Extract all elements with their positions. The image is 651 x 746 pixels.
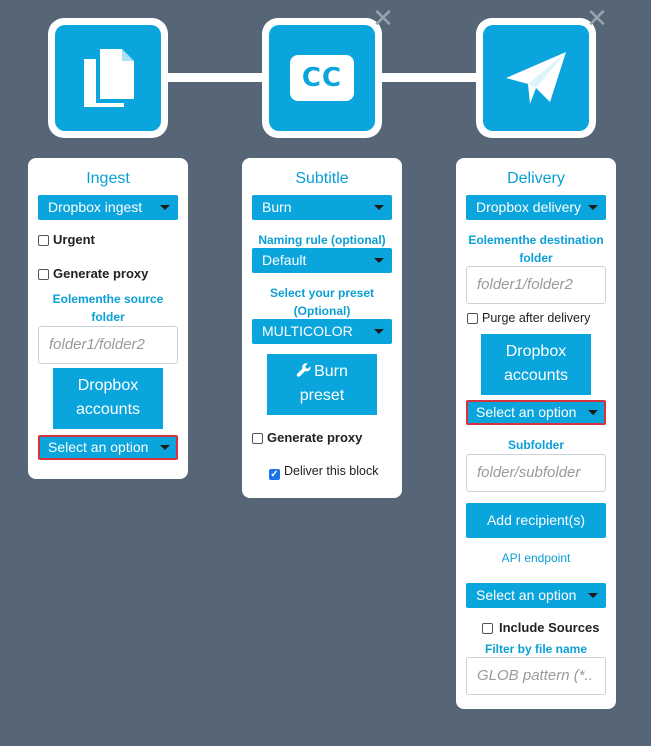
closed-caption-icon: CC — [290, 55, 354, 101]
ingest-folder-input[interactable]: folder1/folder2 — [38, 326, 178, 364]
urgent-checkbox-row[interactable]: Urgent — [38, 232, 95, 247]
caret-down-icon — [374, 329, 384, 334]
deliver-block-label: Deliver this block — [284, 464, 379, 478]
delivery-account-select-value: Select an option — [476, 404, 577, 420]
delivery-folder-input[interactable]: folder1/folder2 — [466, 266, 606, 304]
caret-down-icon — [588, 410, 598, 415]
burn-preset-button[interactable]: Burn preset — [267, 354, 377, 415]
delivery-close-icon[interactable]: ✕ — [586, 6, 608, 32]
connector-subtitle-delivery — [380, 73, 482, 82]
ingest-title: Ingest — [86, 170, 130, 187]
subtitle-node-tile: CC — [269, 25, 375, 131]
purge-label: Purge after delivery — [482, 311, 591, 325]
ingest-proxy-checkbox[interactable] — [38, 269, 49, 280]
filter-input[interactable]: GLOB pattern (*.. — [466, 657, 606, 695]
subtitle-proxy-label: Generate proxy — [267, 430, 363, 445]
delivery-node-tile — [483, 25, 589, 131]
subtitle-proxy-checkbox-row[interactable]: Generate proxy — [252, 430, 362, 445]
include-sources-checkbox[interactable] — [482, 623, 493, 634]
delivery-folder-label: Eolementhe destination folder — [468, 233, 604, 265]
connector-ingest-subtitle — [165, 73, 267, 82]
subfolder-label: Subfolder — [508, 438, 564, 452]
filter-label: Filter by file name — [484, 642, 588, 656]
ingest-card: Ingest Dropbox ingest Urgent Generate pr… — [28, 158, 188, 479]
caret-down-icon — [374, 205, 384, 210]
naming-rule-label: Naming rule (optional) — [258, 233, 386, 247]
deliver-block-checkbox[interactable]: ✓ — [269, 469, 280, 480]
urgent-label: Urgent — [53, 232, 95, 247]
subfolder-input[interactable]: folder/subfolder — [466, 454, 606, 492]
subtitle-proxy-checkbox[interactable] — [252, 433, 263, 444]
document-copy-icon — [84, 49, 134, 107]
ingest-dropbox-accounts-button[interactable]: Dropbox accounts — [53, 368, 163, 429]
ingest-node[interactable] — [48, 18, 168, 138]
delivery-account-select[interactable]: Select an option — [466, 400, 606, 425]
api-endpoint-select-value: Select an option — [476, 587, 577, 603]
caret-down-icon — [160, 445, 170, 450]
delivery-dest-select[interactable]: Dropbox delivery — [466, 195, 606, 220]
subtitle-type-select[interactable]: Burn — [252, 195, 392, 220]
subtitle-type-select-value: Burn — [262, 199, 292, 215]
delivery-dropbox-accounts-button[interactable]: Dropbox accounts — [481, 334, 591, 395]
delivery-node[interactable] — [476, 18, 596, 138]
add-recipient-button[interactable]: Add recipient(s) — [466, 503, 606, 538]
caret-down-icon — [588, 593, 598, 598]
ingest-node-tile — [55, 25, 161, 131]
preset-label: Select your preset (Optional) — [269, 286, 375, 318]
api-endpoint-label: API endpoint — [501, 551, 571, 565]
purge-checkbox-row[interactable]: Purge after delivery — [467, 311, 590, 325]
include-sources-label: Include Sources — [499, 620, 600, 635]
closed-caption-glyph: CC — [301, 63, 343, 93]
subtitle-card: Subtitle Burn Naming rule (optional) Def… — [242, 158, 402, 498]
ingest-account-select-value: Select an option — [48, 439, 149, 455]
api-endpoint-select[interactable]: Select an option — [466, 583, 606, 608]
subtitle-node[interactable]: CC — [262, 18, 382, 138]
naming-rule-select[interactable]: Default — [252, 248, 392, 273]
ingest-source-select-value: Dropbox ingest — [48, 199, 143, 215]
caret-down-icon — [374, 258, 384, 263]
urgent-checkbox[interactable] — [38, 235, 49, 246]
include-sources-checkbox-row[interactable]: Include Sources — [482, 620, 599, 635]
delivery-title: Delivery — [507, 170, 565, 187]
wrench-icon — [296, 363, 311, 377]
ingest-folder-label: Eolementhe source folder — [52, 292, 164, 324]
preset-select-value: MULTICOLOR — [262, 323, 353, 339]
ingest-account-select[interactable]: Select an option — [38, 435, 178, 460]
delivery-dest-select-value: Dropbox delivery — [476, 199, 582, 215]
ingest-proxy-label: Generate proxy — [53, 266, 149, 281]
purge-checkbox[interactable] — [467, 313, 478, 324]
paper-plane-icon — [506, 52, 566, 104]
caret-down-icon — [160, 205, 170, 210]
subtitle-title: Subtitle — [295, 170, 349, 187]
ingest-source-select[interactable]: Dropbox ingest — [38, 195, 178, 220]
deliver-block-checkbox-row[interactable]: ✓ Deliver this block — [269, 464, 378, 480]
ingest-proxy-checkbox-row[interactable]: Generate proxy — [38, 266, 148, 281]
caret-down-icon — [588, 205, 598, 210]
preset-select[interactable]: MULTICOLOR — [252, 319, 392, 344]
delivery-card: Delivery Dropbox delivery Eolementhe des… — [456, 158, 616, 709]
naming-rule-select-value: Default — [262, 252, 307, 268]
subtitle-close-icon[interactable]: ✕ — [372, 6, 394, 32]
